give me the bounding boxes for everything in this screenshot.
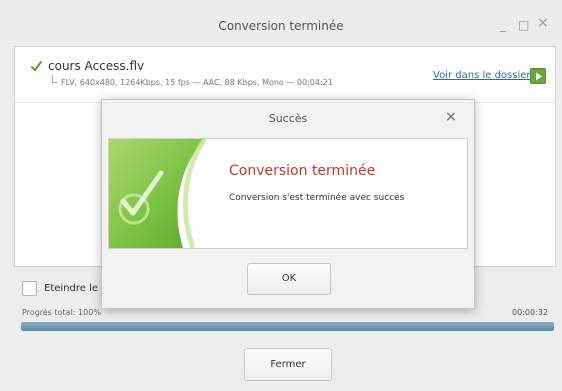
ok-button[interactable]: OK (247, 263, 331, 295)
open-folder-link[interactable]: Voir dans le dossier (433, 70, 531, 81)
minimize-button[interactable]: _ (500, 18, 506, 32)
play-button[interactable] (530, 68, 546, 84)
file-name: cours Access.flv (48, 59, 145, 73)
success-message: Conversion s'est terminée avec succès (229, 193, 405, 203)
maximize-button[interactable]: □ (518, 18, 529, 32)
elapsed-time: 00:00:32 (512, 308, 548, 317)
shutdown-checkbox[interactable] (22, 281, 37, 296)
close-window-button[interactable]: × (537, 16, 549, 30)
progress-label: Progrès total: 100% (22, 308, 101, 317)
play-icon (536, 72, 542, 81)
close-button[interactable]: Fermer (244, 348, 332, 381)
title-bar: Conversion terminée _ □ × (0, 0, 562, 44)
window-title: Conversion terminée (218, 19, 344, 33)
check-icon (31, 61, 42, 71)
progress-bar (21, 322, 554, 331)
dialog-title: Succès (268, 112, 308, 125)
tree-branch-icon (52, 75, 58, 83)
progress-fill (21, 322, 554, 331)
dialog-content: Conversion terminée Conversion s'est ter… (108, 138, 468, 249)
file-row: cours Access.flv FLV, 640x480, 1264Kbps,… (15, 47, 555, 103)
dialog-close-button[interactable]: × (445, 109, 457, 125)
success-heading: Conversion terminée (229, 163, 376, 179)
success-check-graphic (109, 139, 208, 248)
success-dialog: Succès × Conversion terminée Conversion … (101, 99, 475, 309)
file-details: FLV, 640x480, 1264Kbps, 15 fps — AAC, 88… (61, 78, 333, 87)
shutdown-label: Eteindre le PC (44, 283, 102, 294)
